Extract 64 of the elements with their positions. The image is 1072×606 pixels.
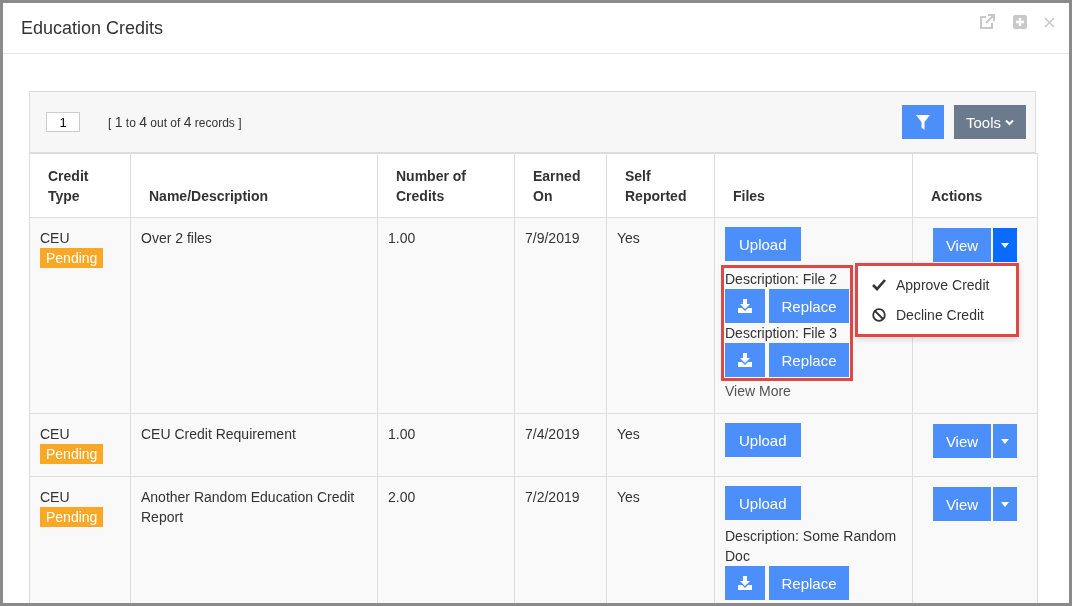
download-button[interactable]	[725, 289, 765, 323]
dialog-title: Education Credits	[21, 17, 165, 39]
table-cell: Yes	[606, 217, 715, 414]
download-button[interactable]	[725, 343, 765, 377]
upload-button[interactable]: Upload	[725, 486, 801, 520]
page-number-field[interactable]: 1	[46, 112, 80, 132]
file-description: Description: File 2	[725, 270, 839, 289]
download-icon	[738, 353, 752, 367]
view-button[interactable]: View	[933, 228, 991, 262]
column-header: Earned On	[514, 153, 607, 218]
column-header: Self Reported	[606, 153, 715, 218]
file-description: Description: Some Random Doc	[725, 527, 898, 566]
caret-down-icon	[1001, 242, 1009, 248]
caret-down-icon	[1001, 501, 1009, 507]
download-icon	[738, 299, 752, 313]
table-cell: 1.00	[377, 413, 515, 477]
table-cell: 7/4/2019	[514, 413, 607, 477]
table-cell: 1.00	[377, 217, 515, 414]
replace-button[interactable]: Replace	[769, 289, 849, 323]
table-cell: CEU Credit Requirement	[130, 413, 378, 477]
status-badge: Pending	[40, 248, 104, 268]
view-button[interactable]: View	[933, 487, 991, 521]
download-icon	[738, 576, 752, 590]
view-more-link[interactable]: View More	[725, 381, 904, 401]
view-button[interactable]: View	[933, 424, 991, 458]
credit-type: CEU	[40, 229, 71, 248]
filter-icon	[915, 114, 930, 130]
tools-button[interactable]: Tools	[953, 105, 1026, 139]
download-button[interactable]	[725, 566, 765, 600]
upload-button[interactable]: Upload	[725, 423, 801, 457]
menu-item[interactable]: Approve Credit	[858, 270, 1016, 300]
external-link-icon[interactable]	[978, 13, 996, 31]
chevron-down-icon	[1005, 118, 1014, 126]
status-badge: Pending	[40, 444, 104, 464]
dropdown-toggle[interactable]	[993, 487, 1017, 521]
table-cell: 7/9/2019	[514, 217, 607, 414]
table-cell: Yes	[606, 476, 715, 603]
column-header: Credit Type	[29, 153, 131, 218]
filter-button[interactable]	[901, 105, 944, 139]
column-header: Files	[714, 153, 913, 218]
credit-type: CEU	[40, 425, 71, 444]
status-badge: Pending	[40, 507, 104, 527]
check-icon	[872, 279, 886, 291]
record-range-text: [ 1 to 4 out of 4 records ]	[108, 114, 243, 130]
ban-icon	[872, 308, 886, 322]
menu-item[interactable]: Decline Credit	[858, 300, 1016, 330]
table-cell: 2.00	[377, 476, 515, 603]
caret-down-icon	[1001, 438, 1009, 444]
dropdown-toggle[interactable]	[993, 228, 1017, 262]
credit-type: CEU	[40, 488, 71, 507]
table-cell: 7/2/2019	[514, 476, 607, 603]
replace-button[interactable]: Replace	[769, 343, 849, 377]
file-description: Description: File 3	[725, 324, 839, 343]
column-header: Name/Description	[130, 153, 378, 218]
column-header: Number of Credits	[377, 153, 515, 218]
table-cell: Over 2 files	[130, 217, 378, 414]
close-icon[interactable]	[1044, 16, 1055, 28]
table-cell: Another Random Education Credit Report	[130, 476, 378, 603]
upload-button[interactable]: Upload	[725, 227, 801, 261]
plus-square-icon[interactable]	[1012, 14, 1028, 30]
column-header: Actions	[912, 153, 1038, 218]
dropdown-toggle[interactable]	[993, 424, 1017, 458]
replace-button[interactable]: Replace	[769, 566, 849, 600]
table-cell: Yes	[606, 413, 715, 477]
